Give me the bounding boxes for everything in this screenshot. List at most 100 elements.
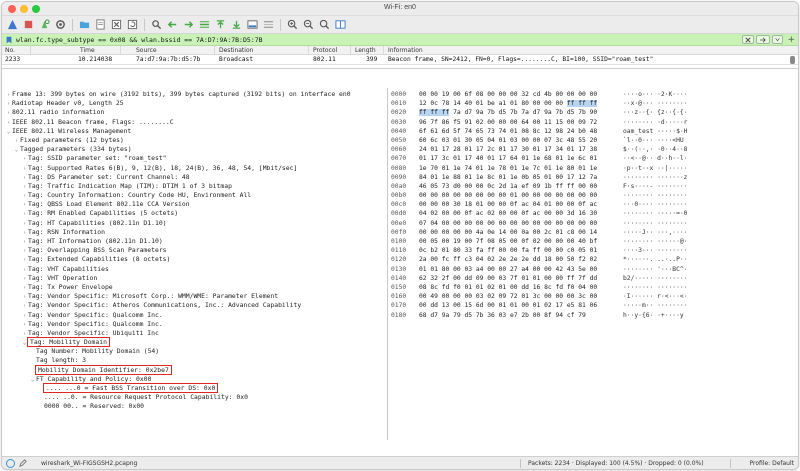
hex-bytes[interactable]: 00 00 00 30 18 01 00 00 0f ac 04 01 00 0…	[419, 200, 619, 209]
find-icon[interactable]	[150, 18, 163, 31]
close-file-icon[interactable]	[110, 18, 123, 31]
hex-bytes[interactable]: 00 05 00 19 00 7f 08 05 00 0f 02 00 00 0…	[419, 237, 619, 246]
hex-ascii[interactable]: ········ ·····=·0	[623, 209, 687, 218]
detail-tree-item[interactable]: › Radiotap Header v0, Length 25	[2, 99, 387, 108]
hex-bytes[interactable]: 00 49 00 00 00 03 02 09 72 01 3c 00 00 0…	[419, 292, 619, 301]
hex-ascii[interactable]: ·····J·· ···,····	[623, 228, 687, 237]
col-header-length[interactable]: Length	[355, 47, 376, 54]
hex-bytes[interactable]: 46 05 73 d0 00 00 0c 2d 1a ef 09 1b ff f…	[419, 182, 619, 191]
detail-tree-item[interactable]: › Tag: VHT Capabilities	[2, 265, 387, 274]
detail-tree-item[interactable]: › Tag: Vendor Specific: Ubiquiti Inc	[2, 329, 387, 338]
hex-ascii[interactable]: ········ '···BC^·	[623, 265, 687, 274]
hex-bytes[interactable]: 08 8c fd f0 01 01 02 01 00 dd 16 8c fd f…	[419, 283, 619, 292]
hex-ascii[interactable]: `l··0··· ····<HU	[623, 136, 684, 145]
detail-tree-item[interactable]: › Frame 13: 399 bytes on wire (3192 bits)…	[2, 90, 387, 99]
detail-tree-item[interactable]: › Tag: VHT Operation	[2, 274, 387, 283]
hex-dump-row[interactable]: 0090 84 01 1e 88 01 1e 8c 01 1e 0b 05 01 …	[391, 173, 798, 182]
hex-dump-row[interactable]: 0110 0c b2 01 80 33 fa ff 00 00 fa ff 00 …	[391, 246, 798, 255]
hex-dump-row[interactable]: 0120 2a 00 fc ff c3 04 02 2e 2e 2e dd 18 …	[391, 255, 798, 264]
hex-dump-row[interactable]: 00f0 00 00 00 00 00 4a 0e 14 00 0a 00 2c …	[391, 228, 798, 237]
detail-tree-item[interactable]: › Tag: Supported Rates 6(B), 9, 12(B), 18…	[2, 164, 387, 173]
detail-tree-item[interactable]: .... ..0. = Resource Request Protocol Ca…	[2, 393, 387, 402]
detail-tree-item[interactable]: › 802.11 radio information	[2, 108, 387, 117]
detail-tree-item[interactable]: ⌄ FT Capability and Policy: 0x00	[2, 375, 387, 384]
hex-bytes[interactable]: 01 17 3c 01 17 40 01 17 64 01 1e 68 01 1…	[419, 154, 619, 163]
hex-dump-row[interactable]: 0140 62 32 2f 00 dd 09 00 03 7f 01 01 00 …	[391, 274, 798, 283]
hex-ascii[interactable]: b2/····· ········	[623, 274, 687, 283]
colorize-icon[interactable]	[262, 18, 275, 31]
edit-comment-icon[interactable]	[19, 459, 27, 467]
detail-tree-item[interactable]: › Tag: Tx Power Envelope	[2, 283, 387, 292]
hex-dump-row[interactable]: 0180 68 d7 9a 79 d5 7b 36 03 e7 2b 00 8f …	[391, 311, 798, 320]
detail-tree-item[interactable]: › Tag: Vendor Specific: Microsoft Corp.: …	[2, 292, 387, 301]
hex-ascii[interactable]: ····o··· ·2·K····	[623, 90, 687, 99]
hex-ascii[interactable]: h··y·{6· ·+····y	[623, 311, 684, 320]
hex-ascii[interactable]: ········ ········	[623, 219, 687, 228]
detail-tree-item[interactable]: › Fixed parameters (12 bytes)	[2, 136, 387, 145]
go-forward-icon[interactable]	[182, 18, 195, 31]
hex-dump-row[interactable]: 00e0 07 04 00 00 00 00 00 00 00 00 00 00 …	[391, 219, 798, 228]
detail-tree-item[interactable]: ⌄ IEEE 802.11 Wireless Management	[2, 127, 387, 136]
hex-dump-row[interactable]: 0000 00 00 19 00 6f 08 00 00 00 32 cd 4b …	[391, 90, 798, 99]
hex-bytes[interactable]: 00 00 00 00 00 00 00 00 01 00 00 00 00 0…	[419, 191, 619, 200]
hex-bytes[interactable]: 0c b2 01 80 33 fa ff 00 00 fa ff 00 00 c…	[419, 246, 619, 255]
hex-dump-row[interactable]: 0150 08 8c fd f0 01 01 02 01 00 dd 16 8c …	[391, 283, 798, 292]
detail-tree-item[interactable]: 0000 00.. = Reserved: 0x00	[2, 402, 387, 411]
packet-bytes-pane[interactable]: 0000 00 00 19 00 6f 08 00 00 00 32 cd 4b …	[388, 88, 798, 440]
detail-tree-item[interactable]: › Tag: QBSS Load Element 802.11e CCA Vers…	[2, 200, 387, 209]
packet-details-pane[interactable]: › Frame 13: 399 bytes on wire (3192 bits)…	[2, 88, 388, 440]
hex-ascii[interactable]: ····3··· ········	[623, 246, 687, 255]
reload-icon[interactable]	[126, 18, 139, 31]
selected-bytes[interactable]: ff ff ff	[566, 100, 598, 108]
hex-dump-row[interactable]: 00d0 04 02 00 00 0f ac 02 00 00 0f ac 00 …	[391, 209, 798, 218]
hex-bytes[interactable]: ff ff ff 7a d7 9a 7b d5 7b 7a d7 9a 7b d…	[419, 108, 619, 117]
hex-dump-row[interactable]: 0030 96 7f 86 f5 91 02 00 00 00 64 00 11 …	[391, 118, 798, 127]
detail-tree-item[interactable]: ⌄ Tagged parameters (334 bytes)	[2, 145, 387, 154]
hex-ascii[interactable]: ·p··t··x ··|·····	[623, 164, 687, 173]
hex-dump-row[interactable]: 0100 00 05 00 19 00 7f 08 05 00 0f 02 00 …	[391, 237, 798, 246]
hex-ascii[interactable]: ··x·@··· ········	[623, 99, 687, 108]
hex-ascii[interactable]: ···z··{· {z··{·{·	[623, 108, 687, 117]
go-last-icon[interactable]	[230, 18, 243, 31]
packet-row[interactable]: 2233 10.214038 7a:d7:9a:7b:d5:7b Broadca…	[2, 55, 798, 65]
hex-dump-row[interactable]: 00a0 46 05 73 d0 00 00 0c 2d 1a ef 09 1b …	[391, 182, 798, 191]
hex-bytes[interactable]: 60 6c 03 01 30 05 04 01 03 00 00 07 3c 4…	[419, 136, 619, 145]
hex-ascii[interactable]: ·····m·· ········	[623, 301, 687, 310]
hex-dump-row[interactable]: 0070 01 17 3c 01 17 40 01 17 64 01 1e 68 …	[391, 154, 798, 163]
hex-ascii[interactable]: ········ ········	[623, 283, 687, 292]
hex-bytes[interactable]: 07 04 00 00 00 00 00 00 00 00 00 00 00 0…	[419, 219, 619, 228]
detail-tree-item[interactable]: › Tag: Vendor Specific: Atheros Communica…	[2, 301, 387, 310]
clear-filter-button[interactable]	[742, 35, 755, 44]
col-header-no[interactable]: No.	[5, 47, 15, 54]
detail-tree-item[interactable]: › Tag: Traffic Indication Map (TIM): DTIM…	[2, 182, 387, 191]
col-header-time[interactable]: Time	[80, 47, 95, 54]
hex-ascii[interactable]: oam_test ·····$·H	[623, 127, 687, 136]
hex-dump-row[interactable]: 0040 6f 61 6d 5f 74 65 73 74 01 08 8c 12 …	[391, 127, 798, 136]
col-header-source[interactable]: Source	[136, 47, 157, 54]
col-header-protocol[interactable]: Protocol	[313, 47, 337, 54]
hex-bytes[interactable]: 04 02 00 00 0f ac 02 00 00 0f ac 00 00 3…	[419, 209, 619, 218]
add-filter-button[interactable]: +	[787, 35, 795, 45]
hex-dump-row[interactable]: 0130 01 01 80 00 03 a4 00 00 27 a4 00 00 …	[391, 265, 798, 274]
hex-bytes[interactable]: 00 00 00 00 00 4a 0e 14 00 0a 00 2c 01 c…	[419, 228, 619, 237]
hex-dump-row[interactable]: 0020 ff ff ff 7a d7 9a 7b d5 7b 7a d7 9a …	[391, 108, 798, 117]
hex-dump-row[interactable]: 0050 60 6c 03 01 30 05 04 01 03 00 00 07 …	[391, 136, 798, 145]
hex-bytes[interactable]: 00 00 19 00 6f 08 00 00 00 32 cd 4b 00 0…	[419, 90, 619, 99]
hex-ascii[interactable]: *······. ..·..P··	[623, 255, 687, 264]
hex-ascii[interactable]: ········ ·d·····r	[623, 118, 687, 127]
hex-dump-row[interactable]: 00c0 00 00 00 30 18 01 00 00 0f ac 04 01 …	[391, 200, 798, 209]
col-header-info[interactable]: Information	[388, 47, 423, 54]
packet-list-scrollbar[interactable]	[790, 56, 795, 64]
apply-filter-button[interactable]	[756, 35, 771, 44]
detail-tree-item[interactable]: › Tag: RM Enabled Capabilities (5 octets)	[2, 209, 387, 218]
detail-tree-item[interactable]: Mobility Domain Identifier: 0x2be7	[2, 364, 387, 375]
hex-ascii[interactable]: ········ ·······z	[623, 173, 687, 182]
hex-bytes[interactable]: 2a 00 fc ff c3 04 02 2e 2e 2e dd 18 00 5…	[419, 255, 619, 264]
resize-columns-icon[interactable]	[334, 18, 347, 31]
hex-bytes[interactable]: 01 01 80 00 03 a4 00 00 27 a4 00 00 42 4…	[419, 265, 619, 274]
recent-filters-dropdown[interactable]	[772, 35, 784, 44]
hex-dump-row[interactable]: 0080 1e 70 01 1e 74 01 1e 78 01 1e 7c 01 …	[391, 164, 798, 173]
hex-ascii[interactable]: ········ ······@·	[623, 237, 687, 246]
hex-bytes[interactable]: 62 32 2f 00 dd 09 00 03 7f 01 01 00 00 f…	[419, 274, 619, 283]
go-to-packet-icon[interactable]	[198, 18, 211, 31]
